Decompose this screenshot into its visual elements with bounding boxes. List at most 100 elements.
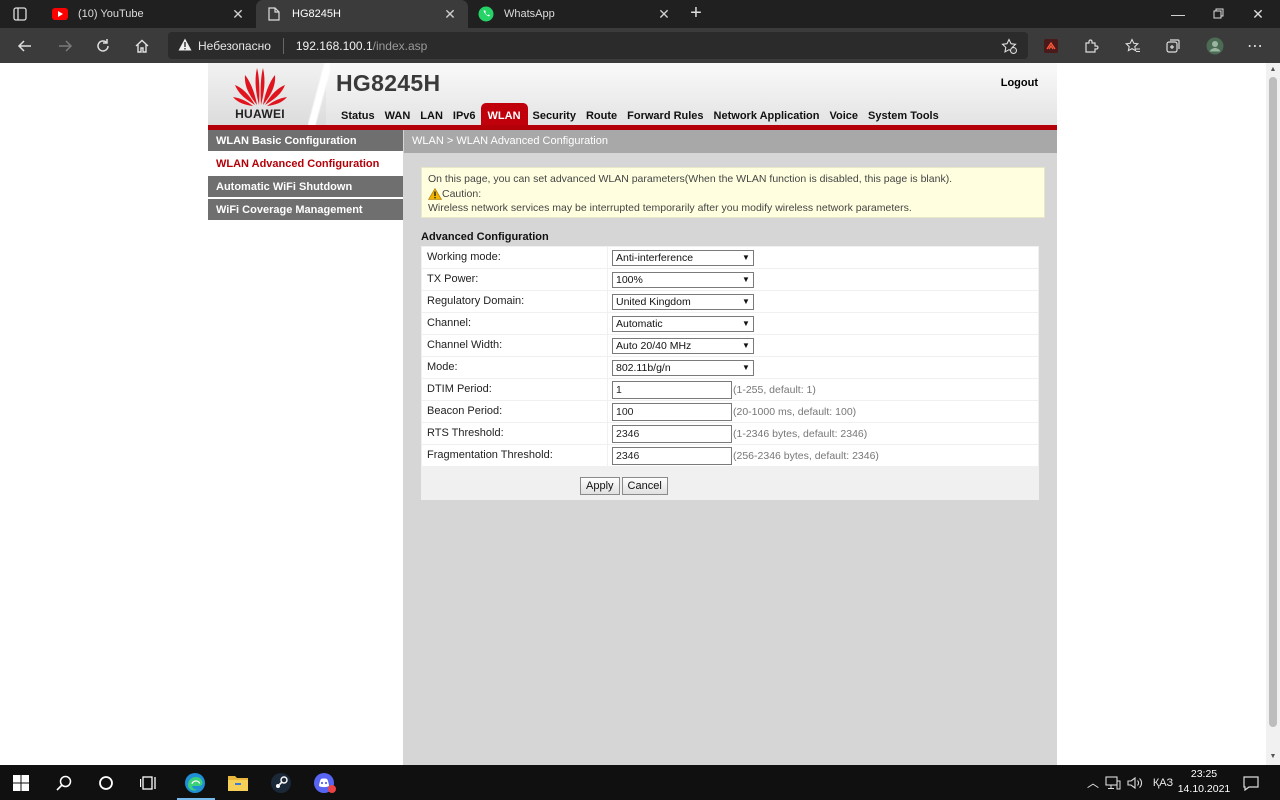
menu-network-application[interactable]: Network Application <box>709 103 825 125</box>
page-scrollbar[interactable]: ▲ ▼ <box>1266 63 1280 765</box>
menu-system-tools[interactable]: System Tools <box>863 103 944 125</box>
rts-threshold-input[interactable]: 2346 <box>612 424 732 443</box>
sidebar-item-wlan-advanced[interactable]: WLAN Advanced Configuration <box>208 153 403 175</box>
add-favorite-icon[interactable] <box>998 35 1020 57</box>
row-mode: Mode: 802.11b/g/n ▼ <box>422 357 1038 378</box>
field-label: Beacon Period: <box>422 401 607 422</box>
beacon-period-input[interactable]: 100 <box>612 402 732 421</box>
security-label[interactable]: Небезопасно <box>198 39 271 53</box>
apply-button[interactable]: Apply <box>580 477 620 495</box>
dtim-period-input[interactable]: 1 <box>612 380 732 399</box>
page-viewport: HUAWEI HG8245H Logout Status WAN LAN IPv… <box>0 63 1280 765</box>
mode-select[interactable]: 802.11b/g/n ▼ <box>612 359 754 376</box>
warning-triangle-icon[interactable] <box>178 38 192 54</box>
menu-voice[interactable]: Voice <box>824 103 863 125</box>
volume-icon[interactable] <box>1124 776 1146 790</box>
scrollbar-thumb[interactable] <box>1269 77 1277 727</box>
task-view-icon[interactable] <box>134 768 164 798</box>
scroll-down-arrow-icon[interactable]: ▼ <box>1269 753 1277 761</box>
menu-wan[interactable]: WAN <box>380 103 416 125</box>
collections-icon[interactable] <box>1162 35 1184 57</box>
back-arrow-icon[interactable] <box>14 35 36 57</box>
close-icon[interactable]: ✕ <box>656 6 672 23</box>
restore-icon[interactable] <box>1208 4 1228 24</box>
notice-text: On this page, you can set advanced WLAN … <box>428 173 953 185</box>
field-label: Working mode: <box>422 247 607 268</box>
regulatory-domain-select[interactable]: United Kingdom ▼ <box>612 293 754 310</box>
logout-link[interactable]: Logout <box>1001 77 1038 89</box>
tab-actions-icon[interactable] <box>12 6 28 22</box>
field-label: DTIM Period: <box>422 379 607 400</box>
field-hint: (1-255, default: 1) <box>733 383 816 396</box>
windows-start-icon[interactable] <box>6 768 36 798</box>
menu-ipv6[interactable]: IPv6 <box>448 103 481 125</box>
top-menu: Status WAN LAN IPv6 WLAN Security Route … <box>336 103 944 125</box>
menu-lan[interactable]: LAN <box>415 103 448 125</box>
chevron-up-icon[interactable]: ︿ <box>1084 774 1102 791</box>
tab-youtube[interactable]: (10) YouTube ✕ <box>42 0 256 28</box>
menu-status[interactable]: Status <box>336 103 380 125</box>
window-close-icon[interactable]: ✕ <box>1248 4 1268 24</box>
file-explorer-icon[interactable] <box>223 768 253 798</box>
whatsapp-icon <box>478 6 494 22</box>
caution-label: Caution: <box>442 187 482 200</box>
menu-route[interactable]: Route <box>581 103 622 125</box>
sidebar-item-wifi-shutdown[interactable]: Automatic WiFi Shutdown <box>208 176 403 198</box>
row-fragmentation-threshold: Fragmentation Threshold: 2346 (256-2346 b… <box>422 445 1038 466</box>
menu-forward-rules[interactable]: Forward Rules <box>622 103 708 125</box>
chevron-down-icon: ▼ <box>742 319 750 328</box>
omnibox-separator <box>282 37 284 54</box>
discord-icon[interactable] <box>310 768 340 798</box>
favorites-icon[interactable] <box>1122 35 1144 57</box>
edge-browser-icon[interactable] <box>180 768 210 798</box>
notifications-icon[interactable] <box>1236 768 1266 798</box>
minimize-icon[interactable]: — <box>1168 4 1188 24</box>
fragmentation-threshold-input[interactable]: 2346 <box>612 446 732 465</box>
caution-icon <box>428 187 442 200</box>
row-beacon-period: Beacon Period: 100 (20-1000 ms, default: … <box>422 401 1038 422</box>
close-icon[interactable]: ✕ <box>230 6 246 23</box>
address-bar[interactable]: Небезопасно 192.168.100.1/index.asp <box>168 32 1028 59</box>
url-host: 192.168.100.1 <box>295 38 373 53</box>
info-notice: On this page, you can set advanced WLAN … <box>421 167 1045 218</box>
chevron-down-icon: ▼ <box>742 275 750 284</box>
huawei-logo-icon <box>233 68 287 106</box>
sidebar-item-wifi-coverage[interactable]: WiFi Coverage Management <box>208 199 403 221</box>
cancel-button[interactable]: Cancel <box>621 477 668 495</box>
sidebar-item-wlan-basic[interactable]: WLAN Basic Configuration <box>208 130 403 152</box>
search-icon[interactable] <box>49 768 79 798</box>
more-menu-icon[interactable]: ⋯ <box>1244 35 1266 57</box>
network-icon[interactable] <box>1102 775 1124 790</box>
extension-red-icon[interactable] <box>1040 35 1062 57</box>
steam-icon[interactable] <box>266 768 296 798</box>
cortana-icon[interactable] <box>91 768 121 798</box>
profile-avatar-icon[interactable] <box>1204 35 1226 57</box>
channel-select[interactable]: Automatic ▼ <box>612 315 754 332</box>
caution-line: Caution: <box>428 187 1038 202</box>
tx-power-select[interactable]: 100% ▼ <box>612 271 754 288</box>
new-tab-plus-icon[interactable]: + <box>686 3 706 24</box>
scroll-up-arrow-icon[interactable]: ▲ <box>1269 66 1277 74</box>
menu-wlan[interactable]: WLAN <box>480 103 528 125</box>
refresh-icon[interactable] <box>92 35 114 57</box>
language-indicator[interactable]: ҚАЗ <box>1146 777 1180 789</box>
channel-width-select[interactable]: Auto 20/40 MHz ▼ <box>612 337 754 354</box>
tab-whatsapp[interactable]: WhatsApp ✕ <box>468 0 682 28</box>
home-icon[interactable] <box>131 35 153 57</box>
close-icon[interactable]: ✕ <box>442 6 458 23</box>
field-label: RTS Threshold: <box>422 423 607 444</box>
extensions-puzzle-icon[interactable] <box>1080 35 1102 57</box>
row-regulatory-domain: Regulatory Domain: United Kingdom ▼ <box>422 291 1038 312</box>
row-working-mode: Working mode: Anti-interference ▼ <box>422 247 1038 268</box>
system-clock[interactable]: 23:25 14.10.2021 <box>1176 767 1232 797</box>
working-mode-select[interactable]: Anti-interference ▼ <box>612 249 754 266</box>
tab-hg8245h[interactable]: HG8245H ✕ <box>256 0 468 28</box>
menu-security[interactable]: Security <box>528 103 581 125</box>
chevron-down-icon: ▼ <box>742 363 750 372</box>
forward-arrow-icon[interactable] <box>54 35 76 57</box>
form-buttons: Apply Cancel <box>421 472 1039 500</box>
notice-warning-text: Wireless network services may be interru… <box>428 202 912 214</box>
brand-name: HUAWEI <box>235 107 285 121</box>
row-channel-width: Channel Width: Auto 20/40 MHz ▼ <box>422 335 1038 356</box>
section-title: Advanced Configuration <box>421 231 549 243</box>
